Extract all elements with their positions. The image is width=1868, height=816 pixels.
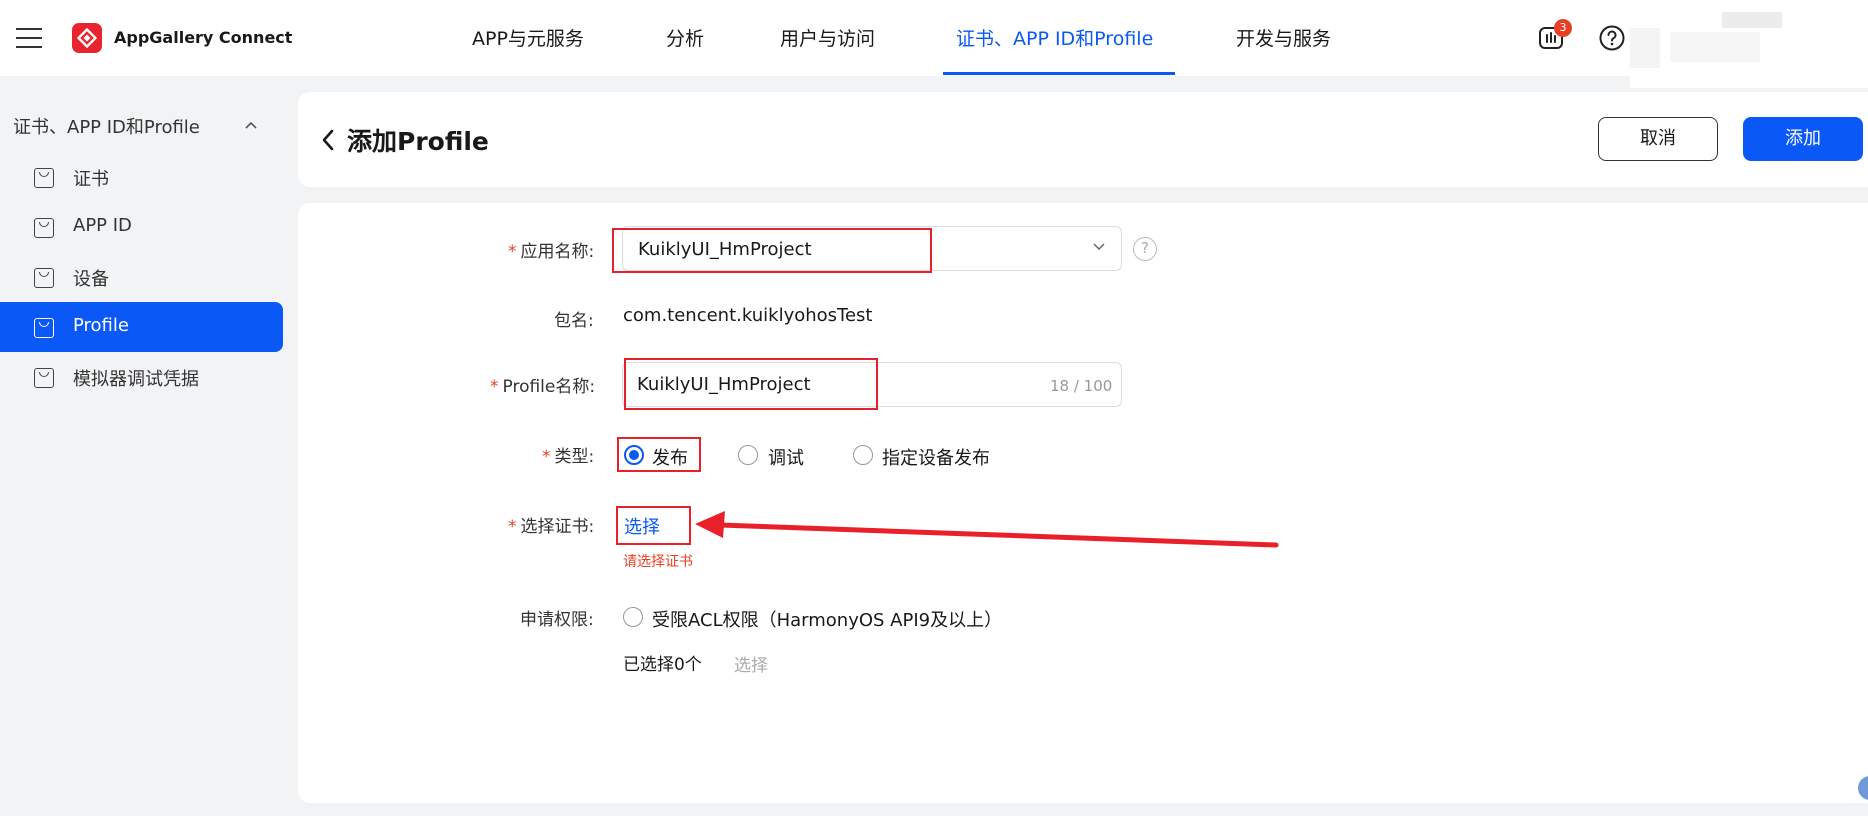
permission-label: 申请权限:: [520, 610, 594, 630]
acl-permission-radio[interactable]: [623, 607, 643, 627]
sidebar-item-app-id[interactable]: APP ID: [0, 202, 283, 252]
form-card: [298, 203, 1868, 803]
package-label: 包名:: [554, 311, 594, 331]
selected-count: 已选择0个: [623, 655, 702, 675]
app-name-label: * 应用名称:: [508, 237, 594, 262]
required-mark: *: [490, 377, 499, 397]
annotation-arrow-icon: [695, 511, 1279, 548]
folder-icon: [34, 218, 54, 238]
chevron-up-icon[interactable]: [244, 120, 258, 130]
label-text: 应用名称:: [520, 242, 595, 262]
sidebar-item-certificates[interactable]: 证书: [0, 152, 283, 202]
folder-icon: [34, 318, 54, 338]
required-mark: *: [508, 242, 517, 262]
folder-icon: [34, 368, 54, 388]
profile-name-value: KuiklyUI_HmProject: [637, 374, 811, 395]
profile-name-counter: 18 / 100: [1050, 377, 1113, 395]
type-release-label[interactable]: 发布: [652, 444, 688, 470]
type-device-release-radio[interactable]: [853, 445, 873, 465]
nav-analytics[interactable]: 分析: [666, 0, 704, 76]
nav-active-indicator: [943, 72, 1175, 75]
menu-icon[interactable]: [16, 28, 42, 48]
type-debug-label[interactable]: 调试: [768, 444, 804, 470]
brand-name: AppGallery Connect: [114, 28, 293, 47]
app-name-value: KuiklyUI_HmProject: [638, 239, 812, 260]
select-certificate-link[interactable]: 选择: [624, 513, 660, 539]
appgallery-logo-icon: [72, 23, 102, 53]
sidebar-section-title[interactable]: 证书、APP ID和Profile: [13, 113, 200, 139]
required-mark: *: [542, 447, 551, 467]
required-mark: *: [508, 517, 517, 537]
help-circle-icon[interactable]: ?: [1133, 237, 1157, 261]
chevron-down-icon[interactable]: [1092, 242, 1106, 252]
notification-badge: 3: [1554, 19, 1572, 37]
select-permission-link[interactable]: 选择: [734, 651, 768, 676]
nav-users-access[interactable]: 用户与访问: [780, 0, 875, 76]
certificate-label: * 选择证书:: [508, 512, 594, 537]
sidebar-item-label: Profile: [73, 315, 129, 336]
sidebar-item-label: 设备: [73, 269, 109, 290]
back-arrow-icon[interactable]: [320, 128, 336, 152]
profile-name-label: * Profile名称:: [490, 372, 595, 397]
sidebar-item-profile[interactable]: Profile: [0, 302, 283, 352]
page-title: 添加Profile: [347, 127, 489, 156]
sidebar-item-label: APP ID: [73, 215, 132, 236]
add-button[interactable]: 添加: [1743, 117, 1863, 161]
help-icon: [1599, 25, 1625, 51]
sidebar-item-label: 证书: [73, 169, 109, 190]
notification-button[interactable]: 3: [1538, 19, 1572, 51]
type-debug-radio[interactable]: [738, 445, 758, 465]
package-value: com.tencent.kuiklyohosTest: [623, 305, 873, 326]
sidebar-item-devices[interactable]: 设备: [0, 252, 283, 302]
nav-app-services[interactable]: APP与元服务: [472, 0, 584, 76]
cancel-button[interactable]: 取消: [1598, 117, 1718, 161]
account-area[interactable]: [1630, 8, 1868, 88]
nav-dev-services[interactable]: 开发与服务: [1236, 0, 1331, 76]
sidebar-item-label: 模拟器调试凭据: [73, 369, 199, 390]
folder-icon: [34, 268, 54, 288]
help-button[interactable]: [1599, 25, 1625, 51]
type-device-release-label[interactable]: 指定设备发布: [882, 444, 990, 470]
type-label: * 类型:: [542, 442, 594, 467]
sidebar-item-emulator-credentials[interactable]: 模拟器调试凭据: [0, 352, 283, 402]
folder-icon: [34, 168, 54, 188]
label-text: 选择证书:: [520, 517, 595, 537]
acl-permission-label[interactable]: 受限ACL权限（HarmonyOS API9及以上）: [652, 606, 1002, 632]
label-text: 类型:: [554, 447, 595, 467]
type-release-radio[interactable]: [624, 445, 644, 465]
nav-certificates-appid-profile[interactable]: 证书、APP ID和Profile: [956, 0, 1153, 76]
label-text: Profile名称:: [502, 377, 596, 397]
